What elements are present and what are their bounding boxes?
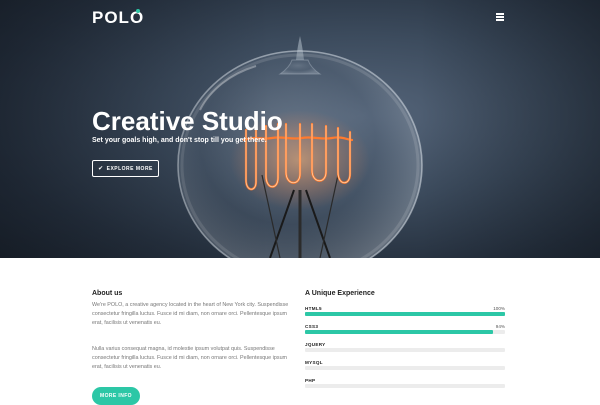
skill-label: HTML5 <box>305 306 322 311</box>
skill-fill <box>305 330 493 334</box>
hamburger-menu-icon[interactable] <box>496 13 504 21</box>
skill-label: CSS3 <box>305 324 319 329</box>
skill-label: MYSQL <box>305 360 323 365</box>
about-paragraph-2: Nulla varius consequat magna, id molesti… <box>92 346 288 370</box>
logo-accent-dot <box>136 9 140 13</box>
hero-title: Creative Studio <box>92 106 283 136</box>
skill-mysql: MYSQL <box>305 360 505 372</box>
skill-jquery: JQUERY <box>305 342 505 354</box>
more-info-button[interactable]: MORE INFO <box>92 387 140 405</box>
hero-subtitle: Set your goals high, and don't stop till… <box>92 137 267 144</box>
check-icon: ✔ <box>98 165 104 172</box>
skill-track <box>305 312 505 316</box>
explore-more-button[interactable]: ✔ EXPLORE MORE <box>92 160 159 177</box>
skill-track <box>305 384 505 388</box>
hero-overlay <box>0 0 600 258</box>
about-paragraph-1: We're POLO, a creative agency located in… <box>92 302 289 326</box>
about-heading: About us <box>92 290 123 297</box>
skill-fill <box>305 312 505 316</box>
skill-track <box>305 348 505 352</box>
skill-track <box>305 330 505 334</box>
skill-php: PHP <box>305 378 505 390</box>
skill-percent: 94% <box>495 324 505 329</box>
experience-heading: A Unique Experience <box>305 290 375 297</box>
skill-label: JQUERY <box>305 342 326 347</box>
skill-label: PHP <box>305 378 316 383</box>
skill-html5: HTML5 100% <box>305 306 505 318</box>
skill-percent: 100% <box>493 306 505 311</box>
skill-track <box>305 366 505 370</box>
skill-css3: CSS3 94% <box>305 324 505 336</box>
explore-more-label: EXPLORE MORE <box>106 165 153 172</box>
hero-section: POLO Creative Studio Set your goals high… <box>0 0 600 258</box>
